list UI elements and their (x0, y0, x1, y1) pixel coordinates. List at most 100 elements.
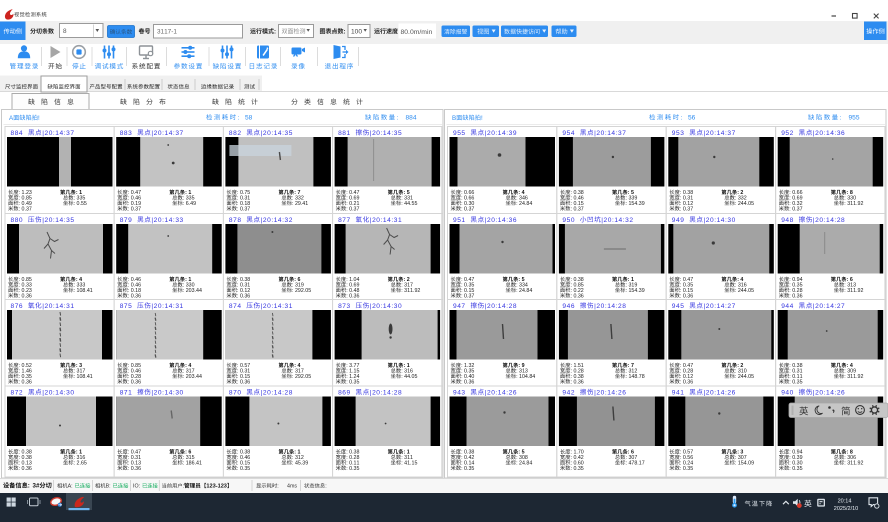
svg-text:: 154.09: : 154.09 (735, 460, 754, 466)
svg-text:|20:14:31: |20:14:31 (261, 303, 293, 310)
svg-text:: 0.36: : 0.36 (680, 379, 693, 385)
svg-text:|20:14:26: |20:14:26 (813, 389, 845, 396)
svg-text:|20:14:35: |20:14:35 (261, 130, 293, 137)
svg-text:: 44.05: : 44.05 (401, 374, 417, 380)
svg-text:: 2.65: : 2.65 (74, 460, 87, 466)
svg-text:|20:14:26: |20:14:26 (485, 389, 517, 396)
svg-text:: 0.36: : 0.36 (571, 293, 584, 299)
svg-text:: 244.05: : 244.05 (735, 288, 754, 294)
svg-text::: : (397, 115, 400, 122)
svg-text:!: ! (38, 115, 40, 122)
svg-text:884: 884 (11, 130, 24, 137)
svg-text:: 0.35: : 0.35 (789, 379, 802, 385)
svg-text:|20:14:37: |20:14:37 (704, 130, 736, 137)
svg-text:|20:14:31: |20:14:31 (42, 303, 74, 310)
svg-text:: 0.36: : 0.36 (789, 293, 802, 299)
svg-text:: 0.37: : 0.37 (19, 206, 32, 212)
svg-text:874: 874 (229, 303, 242, 310)
svg-text:946: 946 (562, 303, 575, 310)
svg-text:875: 875 (120, 303, 133, 310)
svg-text:|20:14:26: |20:14:26 (594, 389, 626, 396)
svg-text:: 0.36: : 0.36 (571, 379, 584, 385)
svg-text::: : (277, 484, 278, 490)
svg-text:884: 884 (406, 115, 417, 122)
svg-text:877: 877 (338, 217, 351, 224)
svg-text:: 44.55: : 44.55 (401, 201, 417, 207)
svg-text:: 311.92: : 311.92 (844, 288, 863, 294)
svg-text:947: 947 (453, 303, 466, 310)
svg-text:: 0.37: : 0.37 (346, 206, 359, 212)
svg-text:876: 876 (11, 303, 24, 310)
svg-text:|20:14:36: |20:14:36 (813, 130, 845, 137)
svg-text:: 0.37: : 0.37 (571, 206, 584, 212)
svg-text:|20:14:30: |20:14:30 (704, 217, 736, 224)
svg-text:|20:14:28: |20:14:28 (594, 303, 626, 310)
svg-text:|20:14:28: |20:14:28 (485, 303, 517, 310)
svg-text:: 0.35: : 0.35 (346, 379, 359, 385)
svg-text:|20:14:36: |20:14:36 (485, 217, 517, 224)
svg-text:|20:14:37: |20:14:37 (594, 130, 626, 137)
svg-text:!: ! (481, 115, 483, 122)
svg-text:: 0.36: : 0.36 (346, 293, 359, 299)
svg-text:878: 878 (229, 217, 242, 224)
svg-text:: 0.35: : 0.35 (461, 466, 474, 472)
svg-text:8: 8 (63, 28, 67, 35)
svg-text:: 0.37: : 0.37 (237, 206, 250, 212)
svg-text:3#: 3# (33, 483, 40, 490)
svg-text:: 203.44: : 203.44 (183, 288, 202, 294)
svg-text:|20:14:31: |20:14:31 (151, 303, 183, 310)
svg-text:941: 941 (672, 389, 685, 396)
svg-text:IO:: IO: (133, 484, 140, 490)
svg-text::: : (274, 29, 276, 35)
svg-text:: 0.36: : 0.36 (128, 466, 141, 472)
svg-text:: 0.36: : 0.36 (128, 379, 141, 385)
svg-text:58: 58 (245, 115, 253, 122)
svg-text:879: 879 (120, 217, 133, 224)
svg-text:: 108.41: : 108.41 (74, 374, 93, 380)
svg-text:: 24.84: : 24.84 (516, 201, 532, 207)
svg-text:|20:14:33: |20:14:33 (151, 217, 183, 224)
svg-text:|20:14:37: |20:14:37 (42, 130, 74, 137)
svg-text:: 478.17: : 478.17 (626, 460, 645, 466)
svg-text:: 0.37: : 0.37 (461, 206, 474, 212)
svg-text:: 45.39: : 45.39 (292, 460, 308, 466)
svg-text:955: 955 (453, 130, 466, 137)
svg-text:|20:14:39: |20:14:39 (485, 130, 517, 137)
svg-text:56: 56 (688, 115, 696, 122)
svg-text:883: 883 (120, 130, 133, 137)
svg-text:2025/2/10: 2025/2/10 (834, 506, 858, 512)
svg-text:: 104.84: : 104.84 (516, 374, 535, 380)
svg-text:|20:14:27: |20:14:27 (813, 303, 845, 310)
svg-text:20:14: 20:14 (838, 498, 852, 504)
svg-text:: 292.05: : 292.05 (292, 288, 311, 294)
svg-text:949: 949 (672, 217, 685, 224)
svg-text:955: 955 (849, 115, 860, 122)
svg-text:80.0m/min: 80.0m/min (401, 29, 433, 36)
svg-text:: 186.41: : 186.41 (183, 460, 202, 466)
svg-text:882: 882 (229, 130, 242, 137)
svg-text::: : (325, 484, 326, 490)
svg-text:881: 881 (338, 130, 351, 137)
svg-text::: : (840, 115, 843, 122)
svg-text:100: 100 (351, 28, 362, 35)
svg-text:|20:14:26: |20:14:26 (704, 389, 736, 396)
svg-text:: 24.84: : 24.84 (516, 288, 532, 294)
svg-text:: 24.84: : 24.84 (516, 460, 532, 466)
svg-text:950: 950 (562, 217, 575, 224)
svg-text::: : (238, 115, 241, 122)
svg-text:: 311.92: : 311.92 (401, 288, 420, 294)
svg-text:944: 944 (781, 303, 794, 310)
svg-text:: 0.37: : 0.37 (789, 206, 802, 212)
svg-text:: 6.49: : 6.49 (183, 201, 196, 207)
svg-text:942: 942 (562, 389, 575, 396)
svg-text:943: 943 (453, 389, 466, 396)
svg-text:|20:14:28: |20:14:28 (261, 389, 293, 396)
svg-text:872: 872 (11, 389, 24, 396)
svg-text:: 0.37: : 0.37 (461, 293, 474, 299)
svg-text:: 0.35: : 0.35 (680, 466, 693, 472)
svg-text:870: 870 (229, 389, 242, 396)
svg-text:952: 952 (781, 130, 794, 137)
svg-text:3117-1: 3117-1 (157, 28, 177, 35)
svg-text:: 108.41: : 108.41 (74, 288, 93, 294)
svg-text:954: 954 (562, 130, 575, 137)
